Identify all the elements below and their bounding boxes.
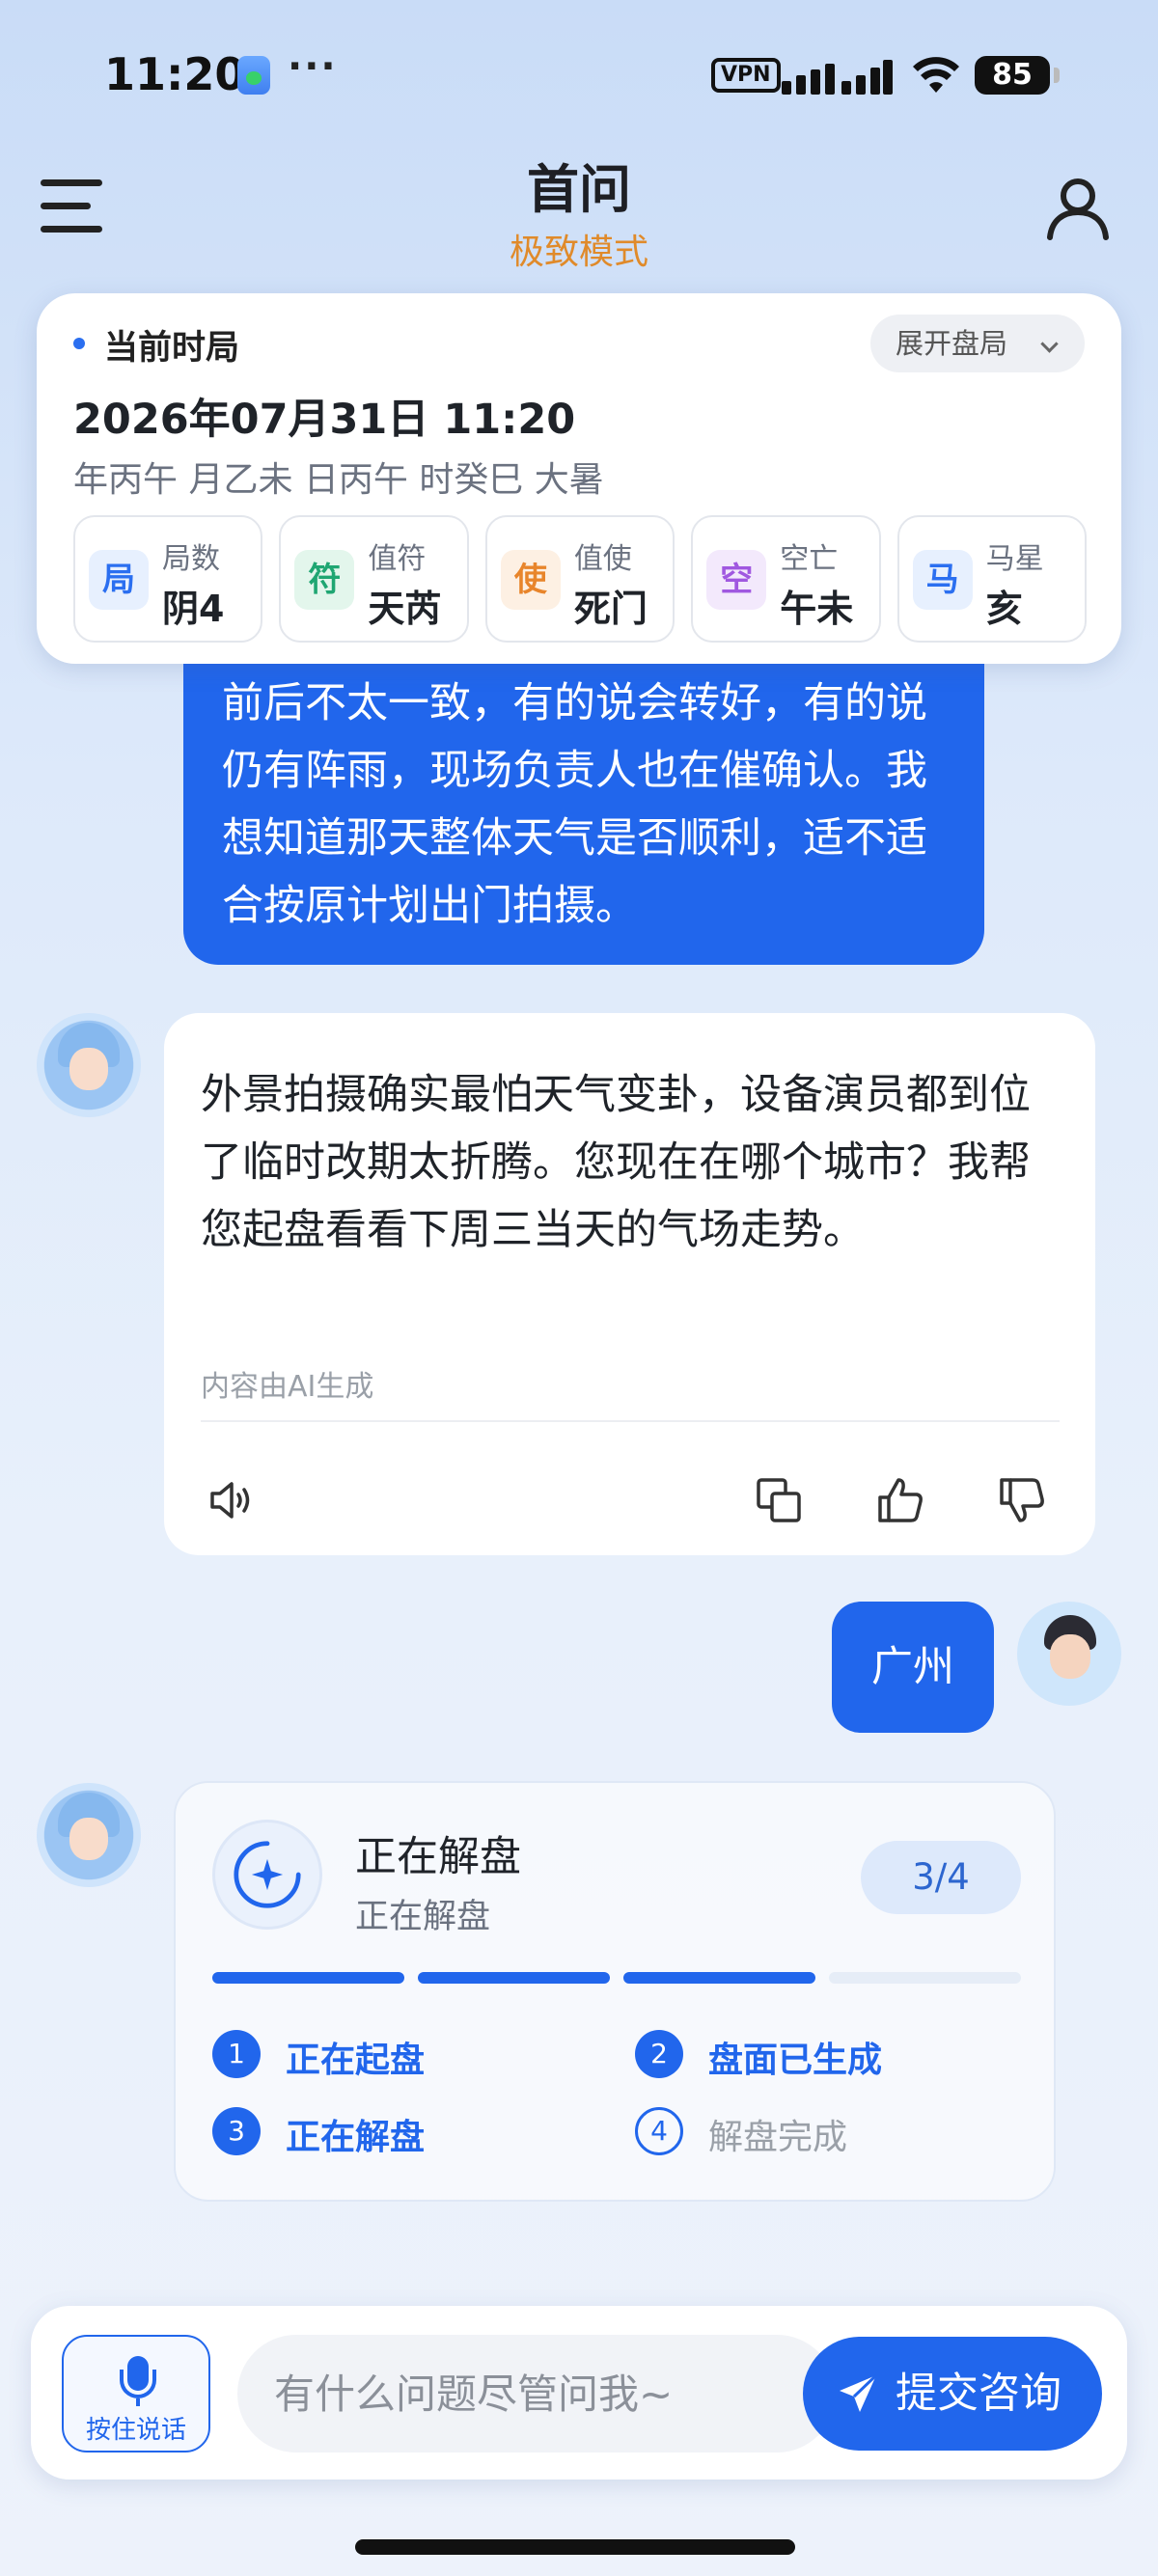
step-label: 盘面已生成 [708,2041,883,2080]
zhifu-badge-icon: 符 [294,550,355,610]
divider [201,1420,1060,1422]
step-label: 正在解盘 [286,2118,426,2157]
input-bar: 按住说话 提交咨询 [31,2306,1127,2480]
user-message-bubble-short: 广州 [832,1602,994,1733]
board-item-value: 天芮 [368,588,442,630]
board-item-maxing: 马 马星 亥 [896,515,1088,643]
status-time: 11:20 [104,48,246,100]
progress-segment [623,1972,815,1984]
kongwang-badge-icon: 空 [706,550,767,610]
board-item-name: 值使 [573,542,632,576]
ai-message-text: 外景拍摄确实最怕天气变卦，设备演员都到位了临时改期太折腾。您现在在哪个城市？我帮… [201,1071,1031,1254]
battery-icon: 85 [975,56,1060,95]
step-number: 3 [212,2107,261,2155]
step-number: 4 [635,2107,683,2155]
home-indicator[interactable] [355,2539,795,2555]
step-number: 1 [212,2030,261,2078]
board-item-zhifu: 符 值符 天芮 [279,515,469,643]
expand-board-button[interactable]: 展开盘局 [870,315,1085,372]
question-input[interactable] [237,2335,836,2453]
board-item-name: 局数 [162,542,220,576]
wifi-icon [913,57,959,93]
maxing-badge-icon: 马 [912,550,973,610]
page-title: 首问 [527,159,631,220]
step-label: 解盘完成 [708,2118,848,2157]
board-summary-items: 局 局数 阴4 符 值符 天芮 使 值使 死门 空 空亡 午未 马 马星 亥 [73,515,1088,643]
step-number: 2 [635,2030,683,2078]
ai-generated-note: 内容由AI生成 [201,1370,374,1404]
speaker-icon[interactable] [207,1474,259,1526]
progress-segment [418,1972,610,1984]
hold-to-talk-button[interactable]: 按住说话 [62,2335,210,2453]
board-item-jushu: 局 局数 阴4 [73,515,263,643]
user-profile-icon[interactable] [1044,174,1112,241]
board-item-zhishi: 使 值使 死门 [484,515,676,643]
user-avatar [1017,1602,1121,1706]
board-item-name: 马星 [985,542,1044,576]
board-item-name: 值符 [368,542,427,576]
user-message-bubble: 前后不太一致，有的说会转好，有的说仍有阵雨，现场负责人也在催确认。我想知道那天整… [183,637,984,965]
progress-segment [829,1972,1021,1984]
progress-segment [212,1972,404,1984]
time-card-dot [73,338,85,349]
send-icon [840,2373,878,2412]
message-actions [164,1428,1095,1553]
vpn-icon: VPN [711,58,781,93]
board-item-value: 死门 [573,588,648,630]
ai-avatar [37,1783,141,1887]
current-datetime: 2026年07月31日 11:20 [73,396,576,444]
zhishi-badge-icon: 使 [500,550,561,610]
app-notification-icon [237,56,270,95]
ai-avatar [37,1013,141,1117]
current-time-card: 当前时局 展开盘局 2026年07月31日 11:20 年丙午 月乙未 日丙午 … [37,293,1121,664]
more-notifications-icon: ··· [288,44,338,89]
signal-icon [782,58,893,95]
expand-board-label: 展开盘局 [896,327,1008,360]
thumbs-up-icon[interactable] [874,1474,926,1526]
microphone-arc [120,2370,156,2398]
analysis-progress-card: 正在解盘 正在解盘 3/4 1 正在起盘 2 盘面已生成 3 正在解盘 4 解盘… [174,1781,1056,2202]
ai-message-bubble: 外景拍摄确实最怕天气变卦，设备演员都到位了临时改期太折腾。您现在在哪个城市？我帮… [164,1013,1095,1555]
jushu-badge-icon: 局 [89,550,149,610]
thumbs-down-icon[interactable] [996,1474,1048,1526]
progress-subtitle: 正在解盘 [355,1898,491,1936]
chevron-down-icon [1040,335,1059,353]
board-item-value: 午未 [780,588,854,630]
user-message-text: 前后不太一致，有的说会转好，有的说仍有阵雨，现场负责人也在催确认。我想知道那天整… [222,679,927,930]
progress-count-badge: 3/4 [861,1841,1021,1914]
progress-title: 正在解盘 [355,1833,521,1881]
user-message-text: 广州 [871,1643,954,1691]
board-item-kongwang: 空 空亡 午未 [691,515,881,643]
progress-bar [212,1972,1021,1984]
step-label: 正在起盘 [286,2041,426,2080]
board-item-value: 阴4 [162,588,225,630]
board-item-value: 亥 [985,588,1023,630]
submit-consult-button[interactable]: 提交咨询 [803,2337,1102,2451]
ganzhi-text: 年丙午 月乙未 日丙午 时癸巳 大暑 [73,460,604,500]
status-bar: 11:20 ··· VPN 85 [0,39,1158,116]
copy-icon[interactable] [753,1474,805,1526]
board-item-name: 空亡 [780,542,839,576]
submit-consult-label: 提交咨询 [896,2370,1062,2418]
sparkle-loading-icon [212,1820,322,1930]
time-card-label: 当前时局 [104,329,240,368]
hold-to-talk-label: 按住说话 [85,2416,186,2445]
mode-subtitle: 极致模式 [509,233,648,272]
microphone-stem [136,2398,140,2406]
